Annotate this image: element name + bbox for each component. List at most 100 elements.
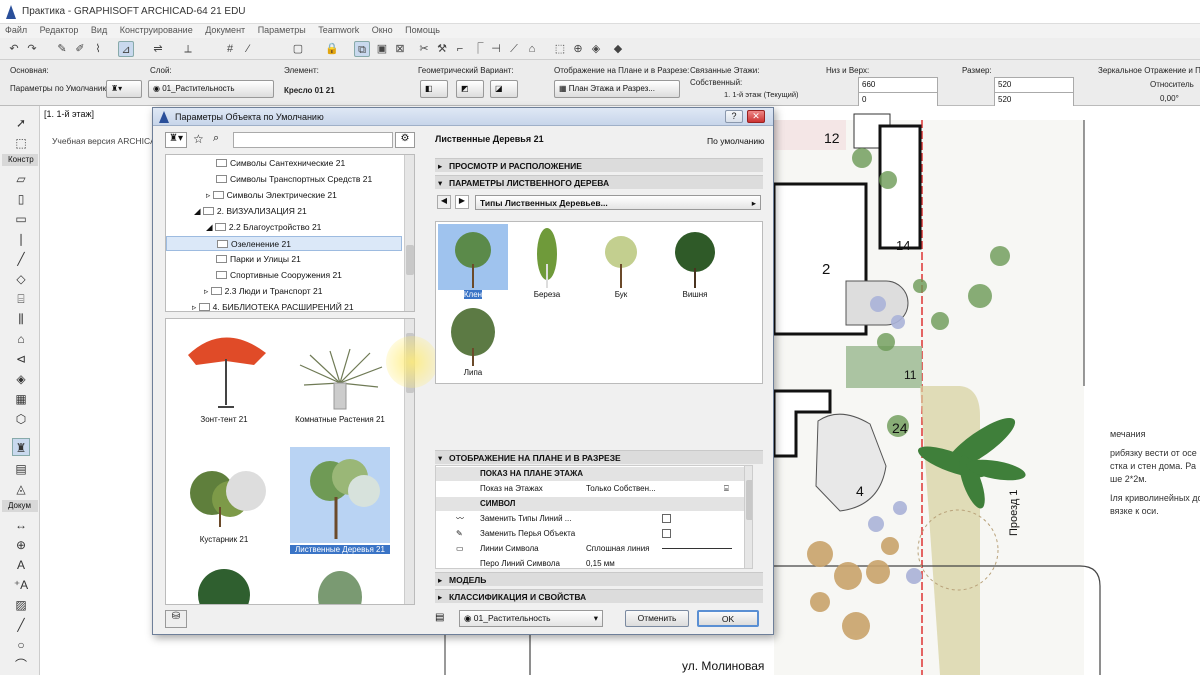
layers-icon[interactable]: ▣ <box>374 41 390 57</box>
menu-help[interactable]: Помощь <box>400 24 445 35</box>
expand-arrow-icon[interactable]: ▹ <box>204 286 211 296</box>
undo-icon[interactable]: ↶ <box>6 41 22 57</box>
line-icon[interactable]: ╱ <box>12 616 30 634</box>
offset-icon[interactable]: ⎾ <box>470 41 486 57</box>
menu-design[interactable]: Конструирование <box>115 24 198 35</box>
zone-icon[interactable]: ▤ <box>12 460 30 478</box>
menu-edit[interactable]: Редактор <box>35 24 84 35</box>
tree-type-linden[interactable]: Липа <box>438 304 508 377</box>
skylight-icon[interactable]: ◈ <box>12 370 30 388</box>
thumb-houseplants[interactable]: Комнатные Растения 21 <box>290 325 390 424</box>
level-dimension-icon[interactable]: ⊕ <box>12 536 30 554</box>
polyline-icon[interactable]: ⌒ <box>12 656 30 674</box>
menu-view[interactable]: Вид <box>86 24 112 35</box>
geometry-button-3[interactable]: ◪ <box>490 80 518 98</box>
menu-document[interactable]: Документ <box>200 24 250 35</box>
menu-window[interactable]: Окно <box>367 24 398 35</box>
dimension-icon[interactable]: ↔ <box>12 516 30 534</box>
tree-types-selector[interactable]: Типы Лиственных Деревьев... ▸ <box>475 195 761 210</box>
replace-pens-checkbox[interactable] <box>662 529 671 538</box>
fill-icon[interactable]: ▨ <box>12 596 30 614</box>
help-button[interactable]: ? <box>725 110 743 123</box>
adjust-icon[interactable]: ⊣ <box>488 41 504 57</box>
collapse-arrow-icon[interactable]: ◢ <box>206 222 215 232</box>
scissors-icon[interactable]: ✂ <box>416 41 432 57</box>
section-view-placement[interactable]: ПРОСМОТР И РАСПОЛОЖЕНИЕ <box>435 158 763 173</box>
inject-parameters-icon[interactable]: ✐ <box>72 41 88 57</box>
arrow-icon[interactable]: ➚ <box>12 114 30 132</box>
eyedropper-icon[interactable]: ⌇ <box>90 41 106 57</box>
menu-teamwork[interactable]: Teamwork <box>313 24 364 35</box>
scrollbar-thumb[interactable] <box>746 480 752 520</box>
tree-scrollbar[interactable] <box>404 155 414 311</box>
construct-section[interactable]: Констр <box>2 154 38 166</box>
menu-file[interactable]: Файл <box>0 24 32 35</box>
redo-icon[interactable]: ↷ <box>24 41 40 57</box>
thumb-shrub[interactable]: Кустарник 21 <box>174 447 274 544</box>
section-classification[interactable]: КЛАССИФИКАЦИЯ И СВОЙСТВА <box>435 589 763 604</box>
thumb-partial-tree[interactable] <box>174 555 274 604</box>
stair-icon[interactable]: ⌸ <box>12 290 30 308</box>
select-icon[interactable]: ⬚ <box>552 41 568 57</box>
geometry-button-2[interactable]: ◩ <box>456 80 484 98</box>
morph-icon[interactable]: ⬡ <box>12 410 30 428</box>
slab-icon[interactable]: ◇ <box>12 270 30 288</box>
replace-pens-row[interactable]: ✎ Заменить Перья Объекта <box>436 527 752 541</box>
window-icon[interactable]: ▭ <box>12 210 30 228</box>
shell-icon[interactable]: ⊲ <box>12 350 30 368</box>
tree-item[interactable]: Парки и Улицы 21 <box>166 252 402 267</box>
section-display[interactable]: ОТОБРАЖЕНИЕ НА ПЛАНЕ И В РАЗРЕЗЕ <box>435 450 763 465</box>
snap-guides-icon[interactable]: ⟂ <box>180 41 196 57</box>
layer-selector[interactable]: ◉ 01_Растительность ▾ <box>459 610 603 627</box>
tree-item[interactable]: Символы Сантехнические 21 <box>166 156 402 171</box>
tree-type-maple[interactable]: Клен <box>438 224 508 299</box>
roof-icon[interactable]: ⌂ <box>524 41 540 57</box>
construction-grid-icon[interactable]: ⁄ <box>240 41 256 57</box>
favorites-icon[interactable]: ☆ <box>193 132 207 148</box>
size-a-field[interactable]: 520 <box>994 77 1074 93</box>
lock-icon[interactable]: 🔒 <box>324 41 340 57</box>
show-on-stories-row[interactable]: Показ на Этажах Только Собствен... ⌸ <box>436 482 752 496</box>
default-params-button[interactable]: ♜▾ <box>106 80 142 98</box>
tree-item[interactable]: ◢ 2.2 Благоустройство 21 <box>166 220 402 235</box>
roof-tool-icon[interactable]: ⌂ <box>12 330 30 348</box>
tree-item[interactable]: ▹ Символы Электрические 21 <box>166 188 402 203</box>
circle-icon[interactable]: ○ <box>12 636 30 654</box>
props-scrollbar[interactable] <box>744 466 752 568</box>
menu-options[interactable]: Параметры <box>253 24 311 35</box>
door-icon[interactable]: ▯ <box>12 190 30 208</box>
layer-selector[interactable]: ◉ 01_Растительность <box>148 80 274 98</box>
next-arrow-icon[interactable]: ▶ <box>455 195 469 209</box>
column-icon[interactable]: ❘ <box>12 230 30 248</box>
bucket-icon[interactable]: ◈ <box>588 41 604 57</box>
beam-icon[interactable]: ╱ <box>12 250 30 268</box>
tree-type-cherry[interactable]: Вишня <box>660 224 730 299</box>
pick-up-parameters-icon[interactable]: ✎ <box>54 41 70 57</box>
symbol-pen-row[interactable]: Перо Линий Символа 0,15 мм <box>436 557 752 568</box>
thumb-partial-tree[interactable] <box>290 555 390 604</box>
display-selector[interactable]: ▦ План Этажа и Разрез... <box>554 80 680 98</box>
3d-view-icon[interactable]: ◆ <box>610 41 626 57</box>
grid-snap-icon[interactable]: # <box>222 41 238 57</box>
plan-display-header[interactable]: ПОКАЗ НА ПЛАНЕ ЭТАЖА <box>436 467 752 481</box>
tree-item[interactable]: ▹ 2.3 Люди и Транспорт 21 <box>166 284 402 299</box>
suspend-groups-icon[interactable]: ▢ <box>290 41 306 57</box>
document-section[interactable]: Докум <box>2 500 38 512</box>
curtain-wall-icon[interactable]: ▦ <box>12 390 30 408</box>
replace-lines-checkbox[interactable] <box>662 514 671 523</box>
ok-button[interactable]: OK <box>697 610 759 627</box>
mesh-icon[interactable]: ◬ <box>12 480 30 498</box>
section-model[interactable]: МОДЕЛЬ <box>435 572 763 587</box>
intersect-icon[interactable]: ⟋ <box>506 41 522 57</box>
marquee-icon[interactable]: ⬚ <box>12 134 30 152</box>
symbol-header[interactable]: СИМВОЛ <box>436 497 752 511</box>
search-input[interactable] <box>233 132 393 148</box>
replace-lines-row[interactable]: 〰 Заменить Типы Линий ... <box>436 512 752 526</box>
tree-item-selected[interactable]: Озеленение 21 <box>166 236 402 251</box>
object-tool-icon[interactable]: ♜ <box>12 438 30 456</box>
label-icon[interactable]: ⁺A <box>12 576 30 594</box>
prev-arrow-icon[interactable]: ◀ <box>437 195 451 209</box>
collapse-arrow-icon[interactable]: ◢ <box>194 206 203 216</box>
guide-lines-icon[interactable]: ⇌ <box>150 41 166 57</box>
wall-icon[interactable]: ▱ <box>12 170 30 188</box>
